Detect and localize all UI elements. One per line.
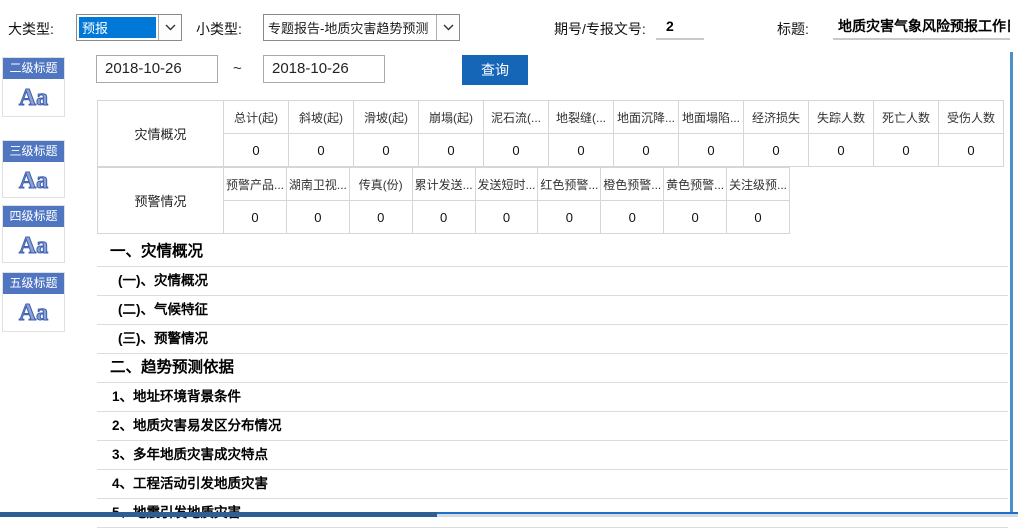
heading-4-label: 四级标题 (3, 206, 64, 227)
heading-style-preview-icon: Aa (3, 162, 64, 200)
scrollbar-track-segment (437, 514, 1018, 517)
table-value-cell: 0 (809, 134, 874, 167)
table-value-cell: 0 (601, 201, 664, 234)
warning-stats-table: 预警情况 预警产品... 湖南卫视... 传真(份) 累计发送... 发送短时.… (97, 167, 790, 234)
outline-row-section-2[interactable]: 二、趋势预测依据 (97, 354, 1008, 383)
table-value-cell: 0 (289, 134, 354, 167)
minor-type-select[interactable]: 专题报告-地质灾害趋势预测 (263, 14, 460, 41)
table-header-cell: 崩塌(起) (419, 101, 484, 134)
major-type-select[interactable]: 预报 (76, 14, 182, 41)
table-row: 灾情概况 总计(起) 斜坡(起) 滑坡(起) 崩塌(起) 泥石流(... 地裂缝… (98, 101, 1004, 134)
table-value-cell: 0 (614, 134, 679, 167)
table-value-cell: 0 (412, 201, 475, 234)
table-value-cell: 0 (286, 201, 349, 234)
outline-row-section-1-3[interactable]: (三)、预警情况 (97, 325, 1008, 354)
table-header-cell: 黄色预警... (664, 168, 727, 201)
issue-number-input[interactable]: 2 (656, 14, 704, 40)
query-button[interactable]: 查询 (462, 55, 528, 85)
table-header-cell: 滑坡(起) (354, 101, 419, 134)
table-value-cell: 0 (224, 201, 287, 234)
table-value-cell: 0 (727, 201, 790, 234)
major-type-selected-value: 预报 (79, 17, 156, 38)
heading-style-preview-icon: Aa (3, 227, 64, 265)
sidebar-item-heading-5[interactable]: 五级标题 Aa (2, 272, 65, 332)
table-value-cell: 0 (549, 134, 614, 167)
table-header-cell: 经济损失 (744, 101, 809, 134)
table-header-cell: 斜坡(起) (289, 101, 354, 134)
table-header-cell: 传真(份) (349, 168, 412, 201)
table-header-cell: 累计发送... (412, 168, 475, 201)
major-type-label: 大类型: (8, 19, 54, 39)
outline-row-section-1[interactable]: 一、灾情概况 (97, 238, 1008, 267)
table-header-cell: 关注级预... (727, 168, 790, 201)
table-header-cell: 总计(起) (224, 101, 289, 134)
stats-row-label: 灾情概况 (98, 101, 224, 167)
outline-row-section-1-2[interactable]: (二)、气候特征 (97, 296, 1008, 325)
horizontal-scrollbar-thumb[interactable] (0, 512, 437, 517)
table-value-cell: 0 (419, 134, 484, 167)
table-row: 0 0 0 0 0 0 0 0 0 0 0 0 (98, 134, 1004, 167)
table-header-cell: 红色预警... (538, 168, 601, 201)
title-input[interactable]: 地质灾害气象风险预报工作日报 (833, 14, 1010, 40)
issue-number-label: 期号/专报文号: (554, 19, 646, 39)
table-value-cell: 0 (664, 201, 727, 234)
minor-type-selected-value: 专题报告-地质灾害趋势预测 (264, 15, 436, 40)
table-row: 预警情况 预警产品... 湖南卫视... 传真(份) 累计发送... 发送短时.… (98, 168, 790, 201)
minor-type-label: 小类型: (196, 19, 242, 39)
outline-row-section-2-4[interactable]: 4、工程活动引发地质灾害 (97, 470, 1008, 499)
warning-row-label: 预警情况 (98, 168, 224, 234)
table-value-cell: 0 (744, 134, 809, 167)
table-header-cell: 地面沉降... (614, 101, 679, 134)
table-header-cell: 地裂缝(... (549, 101, 614, 134)
sidebar-item-heading-2[interactable]: 二级标题 Aa (2, 57, 65, 117)
table-header-cell: 湖南卫视... (286, 168, 349, 201)
table-header-cell: 泥石流(... (484, 101, 549, 134)
chevron-down-icon (158, 15, 181, 40)
heading-3-label: 三级标题 (3, 141, 64, 162)
date-from-input[interactable]: 2018-10-26 (96, 55, 218, 83)
table-header-cell: 受伤人数 (939, 101, 1004, 134)
title-label: 标题: (777, 19, 809, 39)
sidebar-item-heading-3[interactable]: 三级标题 Aa (2, 140, 65, 198)
heading-style-preview-icon: Aa (3, 79, 64, 117)
date-range-tilde: ~ (233, 60, 242, 77)
horizontal-scrollbar[interactable] (0, 512, 1018, 517)
outline-row-section-2-2[interactable]: 2、地质灾害易发区分布情况 (97, 412, 1008, 441)
table-value-cell: 0 (484, 134, 549, 167)
outline-row-section-2-1[interactable]: 1、地址环境背景条件 (97, 383, 1008, 412)
date-to-input[interactable]: 2018-10-26 (263, 55, 385, 83)
table-header-cell: 橙色预警... (601, 168, 664, 201)
heading-2-label: 二级标题 (3, 58, 64, 79)
table-value-cell: 0 (349, 201, 412, 234)
table-header-cell: 死亡人数 (874, 101, 939, 134)
table-value-cell: 0 (939, 134, 1004, 167)
sidebar-item-heading-4[interactable]: 四级标题 Aa (2, 205, 65, 263)
table-value-cell: 0 (874, 134, 939, 167)
heading-5-label: 五级标题 (3, 273, 64, 294)
table-header-cell: 发送短时... (475, 168, 538, 201)
disaster-stats-table: 灾情概况 总计(起) 斜坡(起) 滑坡(起) 崩塌(起) 泥石流(... 地裂缝… (97, 100, 1004, 167)
table-value-cell: 0 (679, 134, 744, 167)
heading-style-preview-icon: Aa (3, 294, 64, 332)
table-value-cell: 0 (538, 201, 601, 234)
table-header-cell: 地面塌陷... (679, 101, 744, 134)
table-value-cell: 0 (224, 134, 289, 167)
table-header-cell: 预警产品... (224, 168, 287, 201)
outline-row-section-2-3[interactable]: 3、多年地质灾害成灾特点 (97, 441, 1008, 470)
window-right-border (1010, 52, 1013, 512)
table-value-cell: 0 (475, 201, 538, 234)
table-value-cell: 0 (354, 134, 419, 167)
outline-row-section-1-1[interactable]: (一)、灾情概况 (97, 267, 1008, 296)
chevron-down-icon (436, 15, 459, 40)
table-header-cell: 失踪人数 (809, 101, 874, 134)
